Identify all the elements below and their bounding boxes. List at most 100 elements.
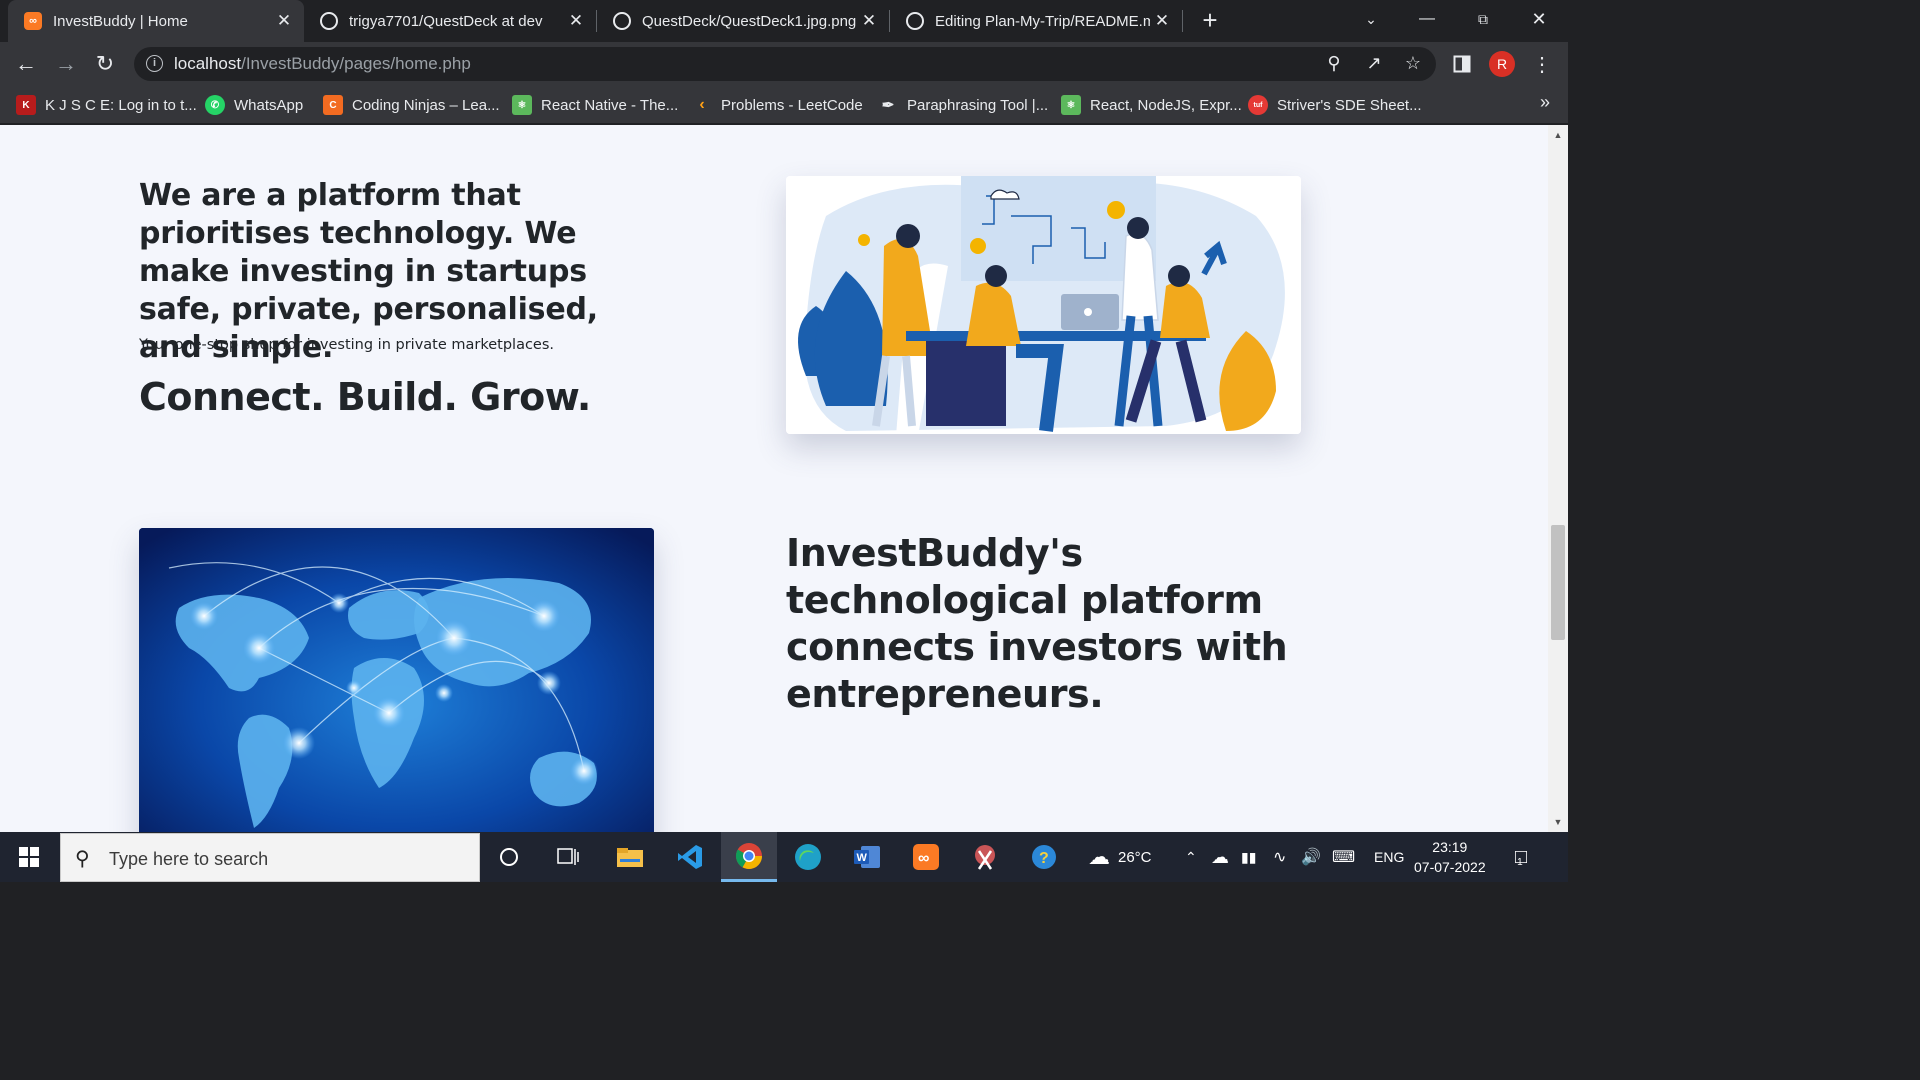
team-meeting-illustration [786,176,1301,434]
profile-avatar[interactable]: R [1489,51,1515,77]
platform-heading: InvestBuddy's technological platform con… [786,531,1288,716]
bookmark-react-native[interactable]: ⚛ React Native - The... [512,93,678,117]
more-bookmarks-icon[interactable]: » [1540,92,1550,113]
snipping-tool-icon[interactable] [957,832,1013,882]
close-tab-icon[interactable]: ✕ [272,11,296,31]
bookmark-label: K J S C E: Log in to t... [45,96,197,114]
github-icon [906,12,924,30]
bookmark-striver[interactable]: tuf Striver's SDE Sheet... [1248,93,1422,117]
tuf-icon: tuf [1248,95,1268,115]
minimize-icon[interactable]: — [1399,0,1455,38]
tab-plan-my-trip[interactable]: Editing Plan-My-Trip/README.m ✕ [890,0,1182,42]
url-text[interactable]: localhost/InvestBuddy/pages/home.php [174,54,471,74]
file-explorer-icon[interactable] [602,832,658,882]
tab-title: trigya7701/QuestDeck at dev [349,12,543,30]
hero-heading-text: We are a platform that prioritises techn… [139,178,587,289]
bookmark-label: Striver's SDE Sheet... [1277,96,1422,114]
new-tab-icon[interactable]: + [1196,6,1224,34]
clock[interactable]: 23:19 07-07-2022 [1414,832,1486,882]
word-icon[interactable]: W [839,832,895,882]
windows-taskbar: ⚲ Type here to search W ∞ ? ☁ 26°C ⌃ ☁ ▮… [0,832,1568,882]
keyboard-icon[interactable]: ⌨ [1332,832,1355,882]
notification-center-icon[interactable]: □ 1 [1515,832,1527,882]
forward-icon[interactable]: → [52,50,80,78]
weather-temperature: 26°C [1118,848,1152,866]
tab-investbuddy[interactable]: ∞ InvestBuddy | Home ✕ [8,0,304,42]
tab-questdeck-dev[interactable]: trigya7701/QuestDeck at dev ✕ [304,0,596,42]
reload-icon[interactable]: ↻ [91,50,119,78]
tab-search-icon[interactable]: ⌄ [1343,0,1399,38]
xampp-icon: ∞ [24,12,42,30]
react-native-icon: ⚛ [512,95,532,115]
xampp-taskbar-icon[interactable]: ∞ [898,832,954,882]
show-hidden-icons-icon[interactable]: ⌃ [1185,832,1197,882]
notification-count: 1 [1517,856,1523,868]
hero-subtext: Your one-stop shop for investing in priv… [139,337,555,353]
vscode-icon[interactable] [662,832,718,882]
restore-icon[interactable]: ⧉ [1455,0,1511,38]
bookmark-label: React Native - The... [541,96,679,114]
bookmark-coding-ninjas[interactable]: C Coding Ninjas – Lea... [323,93,500,117]
bookmark-react-node[interactable]: ⚛ React, NodeJS, Expr... [1061,93,1242,117]
clock-date: 07-07-2022 [1414,859,1486,875]
coding-ninjas-icon: C [323,95,343,115]
github-icon [613,12,631,30]
battery-icon[interactable]: ▮▮ [1241,832,1256,882]
bookmark-label: WhatsApp [234,96,304,114]
zoom-icon[interactable]: ⚲ [1322,53,1346,75]
bookmark-kjsce[interactable]: K K J S C E: Log in to t... [16,93,197,117]
close-tab-icon[interactable]: ✕ [564,11,588,31]
hero-heading-emphasis: safe, private, personalised, and simple. [139,292,598,365]
bookmark-paraphrasing-tool[interactable]: ✒ Paraphrasing Tool |... [878,93,1049,117]
bookmark-label: Problems - LeetCode [721,96,863,114]
bookmark-label: React, NodeJS, Expr... [1090,96,1242,114]
cloud-rain-icon: ☁ [1088,844,1110,869]
bookmark-star-icon[interactable]: ☆ [1401,53,1425,75]
tab-questdeck-image[interactable]: QuestDeck/QuestDeck1.jpg.png ✕ [597,0,889,42]
page-scrollbar[interactable]: ▲ ▼ [1548,125,1568,832]
menu-icon[interactable]: ⋮ [1529,51,1555,77]
svg-text:∞: ∞ [918,850,929,867]
team-illustration-graphic [786,176,1301,434]
scroll-down-arrow-icon[interactable]: ▼ [1552,817,1564,827]
volume-icon[interactable]: 🔊 [1301,832,1321,882]
start-button[interactable] [0,832,58,882]
back-icon[interactable]: ← [12,50,40,78]
address-bar[interactable]: i localhost/InvestBuddy/pages/home.php ⚲… [134,47,1436,81]
world-network-map-image [139,528,654,832]
github-icon [320,12,338,30]
window-close-icon[interactable]: ✕ [1511,0,1567,38]
react-node-icon: ⚛ [1061,95,1081,115]
input-language[interactable]: ENG [1374,832,1404,882]
windows-logo-icon [19,847,39,867]
taskbar-search-box[interactable]: ⚲ Type here to search [60,833,480,882]
weather-widget[interactable]: ☁ 26°C [1088,832,1152,882]
scrollbar-thumb[interactable] [1551,525,1565,640]
wifi-icon[interactable]: ∿ [1273,832,1286,882]
world-network-graphic [139,528,654,832]
close-tab-icon[interactable]: ✕ [857,11,881,31]
task-view-icon[interactable] [540,832,596,882]
share-icon[interactable]: ↗ [1362,53,1386,75]
bookmark-leetcode[interactable]: ‹ Problems - LeetCode [692,93,863,117]
side-panel-icon[interactable] [1449,51,1475,77]
bookmarks-bar: K K J S C E: Log in to t... ✆ WhatsApp C… [0,86,1568,124]
chrome-icon[interactable] [721,832,777,882]
search-placeholder: Type here to search [109,849,269,869]
bookmark-label: Paraphrasing Tool |... [907,96,1049,114]
site-info-icon[interactable]: i [146,55,163,72]
kjsce-icon: K [16,95,36,115]
cortana-icon[interactable] [481,832,537,882]
close-tab-icon[interactable]: ✕ [1150,11,1174,31]
page-viewport: We are a platform that prioritises techn… [0,125,1568,832]
whatsapp-icon: ✆ [205,95,225,115]
leetcode-icon: ‹ [699,96,705,113]
help-icon[interactable]: ? [1016,832,1072,882]
bookmark-whatsapp[interactable]: ✆ WhatsApp [205,93,303,117]
svg-text:W: W [857,852,868,864]
scroll-up-arrow-icon[interactable]: ▲ [1552,130,1564,140]
clock-time: 23:19 [1432,839,1468,855]
onedrive-error-icon[interactable]: ☁ [1211,832,1229,882]
quill-icon: ✒ [881,97,895,114]
edge-icon[interactable] [780,832,836,882]
